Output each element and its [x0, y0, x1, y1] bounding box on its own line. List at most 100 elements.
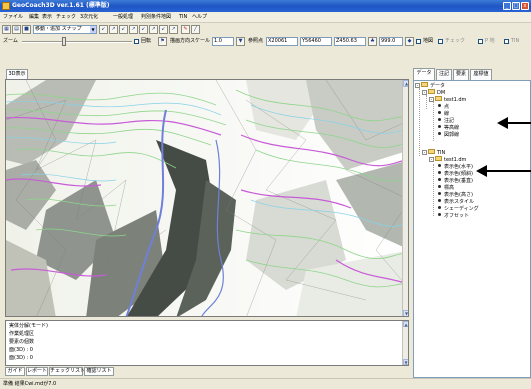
tree-item-display-style[interactable]: 表示スタイル [438, 199, 474, 206]
tab-elements[interactable]: 要素 [453, 69, 469, 80]
menu-3d[interactable]: 3次元化 [80, 13, 98, 22]
3d-view-canvas[interactable]: ▲ ▼ [5, 79, 409, 317]
tree-guide-line [433, 164, 434, 216]
menu-help[interactable]: ヘルプ [192, 13, 207, 22]
tree-node-tin-file[interactable]: - test1.dm [429, 156, 466, 163]
tree-item-color-horizontal[interactable]: 表示色(水平) [438, 164, 473, 171]
title-bar[interactable]: GeoCoach3D ver.1.61 (標準版) _ □ x [0, 0, 531, 12]
shape-icon[interactable]: ■ [22, 25, 31, 34]
height-icon[interactable]: ♣ [368, 37, 377, 46]
bullet-icon [438, 178, 441, 181]
tab-report[interactable]: レポート [26, 367, 48, 376]
minimize-button[interactable]: _ [503, 2, 511, 10]
status-text: 準備 結果Cwi.mdが7.0 [3, 381, 57, 387]
tool-arrow-7-icon[interactable]: ↙ [159, 25, 168, 34]
pen-checkbox[interactable] [478, 39, 483, 44]
tab-guide[interactable]: ガイド [5, 367, 25, 376]
tree-node-dm-file[interactable]: - test1.dm [429, 96, 466, 103]
menu-tin[interactable]: TIN [179, 13, 187, 22]
map-checkbox[interactable] [416, 39, 421, 44]
tab-checklist[interactable]: チェックリスト [49, 367, 85, 376]
tab-confirm-list[interactable]: 確認リスト [84, 367, 114, 376]
tool-arrow-6-icon[interactable]: ↗ [149, 25, 158, 34]
bullet-icon [438, 199, 441, 202]
tool-arrow-3-icon[interactable]: ↙ [119, 25, 128, 34]
maximize-button[interactable]: □ [512, 2, 520, 10]
tree-guide-line [433, 102, 434, 141]
scroll-up-icon[interactable]: ▲ [403, 80, 408, 87]
mode-select[interactable]: 移動・追加 スナップ ▼ [33, 25, 97, 34]
tab-data[interactable]: データ [413, 68, 435, 80]
menu-edit[interactable]: 編集 [29, 13, 39, 22]
log-scrollbar[interactable]: ▲ ▼ [402, 321, 408, 365]
collapse-icon[interactable]: - [429, 97, 434, 102]
menu-general[interactable]: 一般処理 [113, 13, 133, 22]
tab-coordinates[interactable]: 座標値 [470, 69, 492, 80]
tree-node-dm[interactable]: - DM [422, 89, 445, 96]
menu-check[interactable]: チェック [56, 13, 76, 22]
origin-y-input[interactable]: Y56460 [300, 37, 332, 46]
tree-node-tin[interactable]: - TIN [422, 149, 445, 156]
tree-item-color-height[interactable]: 表示色(高さ) [438, 192, 473, 199]
pen-icon[interactable]: ✎ [181, 25, 190, 34]
layers-icon[interactable]: ▤ [12, 25, 21, 34]
bullet-icon [438, 125, 441, 128]
tool-arrow-1-icon[interactable]: ↙ [99, 25, 108, 34]
zoom-slider-thumb[interactable] [62, 37, 66, 46]
tree-item-annotation[interactable]: 注記 [438, 118, 454, 125]
origin-z-input[interactable]: Z450.63 [334, 37, 366, 46]
bullet-icon [438, 111, 441, 114]
tree-item-shading[interactable]: シェーディング [438, 206, 479, 213]
tree-item-color-slope[interactable]: 表示色(傾斜) [438, 171, 473, 178]
grid-icon[interactable]: ▦ [2, 25, 11, 34]
annotation-arrow-icon [497, 117, 531, 129]
tin-checkbox[interactable] [504, 39, 509, 44]
bullet-icon [438, 104, 441, 107]
tree-node-data[interactable]: - データ [415, 82, 445, 89]
log-line: 面(3D) : 0 [9, 347, 33, 353]
menu-view[interactable]: 表示 [42, 13, 52, 22]
zoom-label: ズーム [3, 38, 18, 44]
zoom-slider-track[interactable] [22, 41, 132, 43]
layer-icon[interactable]: ◆ [405, 37, 414, 46]
z-scale-dropdown-icon[interactable]: ▼ [236, 37, 245, 46]
check-checkbox[interactable] [438, 39, 443, 44]
collapse-icon[interactable]: - [422, 90, 427, 95]
tree-item-contour[interactable]: 等高線 [438, 125, 459, 132]
log-scroll-down-icon[interactable]: ▼ [403, 359, 408, 365]
collapse-icon[interactable]: - [415, 83, 420, 88]
view-scrollbar[interactable]: ▲ ▼ [402, 80, 408, 316]
flag-icon[interactable]: ⚑ [158, 37, 167, 46]
log-line: 実体分解(モード) [9, 323, 48, 329]
tool-arrow-8-icon[interactable]: ↗ [169, 25, 178, 34]
tab-notes[interactable]: 注記 [436, 69, 452, 80]
tree-item-line[interactable]: 線 [438, 111, 449, 118]
app-icon [2, 2, 10, 10]
tool-arrow-5-icon[interactable]: ↙ [139, 25, 148, 34]
tree-item-point[interactable]: 点 [438, 104, 449, 111]
tool-arrow-2-icon[interactable]: ↗ [109, 25, 118, 34]
bullet-icon [438, 192, 441, 195]
collapse-icon[interactable]: - [422, 150, 427, 155]
origin-x-input[interactable]: X20061 [266, 37, 298, 46]
close-button[interactable]: x [521, 2, 529, 10]
tool-arrow-4-icon[interactable]: ↗ [129, 25, 138, 34]
terrain-render [6, 80, 408, 316]
menu-map-condition[interactable]: 判別条件地図 [141, 13, 171, 22]
log-scroll-up-icon[interactable]: ▲ [403, 321, 408, 327]
height-input[interactable]: 999.0 [379, 37, 403, 46]
app-window: GeoCoach3D ver.1.61 (標準版) _ □ x ファイル 編集 … [0, 0, 531, 389]
collapse-icon[interactable]: - [429, 157, 434, 162]
tree-item-frame[interactable]: 図郭線 [438, 132, 459, 139]
bullet-icon [438, 185, 441, 188]
tree-item-offset[interactable]: オフセット [438, 213, 469, 220]
scroll-down-icon[interactable]: ▼ [403, 310, 408, 316]
z-scale-input[interactable]: 1.0 [212, 37, 234, 46]
map-label: 地図 [423, 38, 434, 44]
tree-item-color-vertical[interactable]: 表示色(垂直) [438, 178, 473, 185]
tab-3d-view[interactable]: 3D表示 [6, 69, 28, 79]
tree-item-elevation[interactable]: 標高 [438, 185, 454, 192]
rotate-checkbox[interactable] [134, 39, 139, 44]
line-tool-icon[interactable]: ╱ [191, 25, 200, 34]
menu-file[interactable]: ファイル [3, 13, 23, 22]
